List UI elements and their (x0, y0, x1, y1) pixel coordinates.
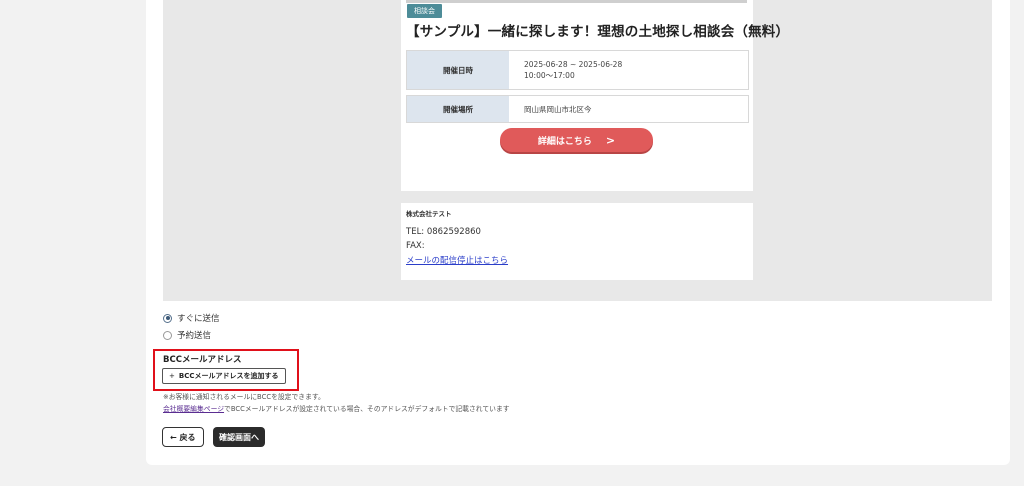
radio-unselected-icon[interactable] (163, 330, 172, 340)
add-bcc-button-label: BCCメールアドレスを追加する (178, 372, 279, 380)
details-button-label: 詳細はこちら (537, 136, 592, 147)
event-date-row: 開催日時 2025-06-28 ~ 2025-06-28 10:00〜17:00 (406, 50, 749, 90)
bcc-label: BCCメールアドレス (163, 355, 242, 365)
event-place-text: 岡山県岡山市北区今 (524, 104, 592, 114)
event-place-value: 岡山県岡山市北区今 (509, 96, 748, 122)
event-category-tag: 相談会 (407, 4, 442, 18)
plus-icon: + (169, 372, 175, 380)
company-tel: TEL: 0862592860 (406, 227, 481, 237)
bcc-default-note-text: でBCCメールアドレスが設定されている場合、そのアドレスがデフォルトで記載されて… (224, 405, 510, 413)
confirm-button[interactable]: 確認画面へ (213, 427, 265, 447)
add-bcc-button[interactable]: + BCCメールアドレスを追加する (162, 368, 286, 384)
event-place-row: 開催場所 岡山県岡山市北区今 (406, 95, 749, 123)
send-immediately-option[interactable]: すぐに送信 (163, 312, 220, 324)
send-scheduled-label: 予約送信 (177, 331, 212, 341)
event-place-label: 開催場所 (407, 96, 509, 122)
company-fax: FAX: (406, 241, 425, 251)
hero-image-edge (406, 0, 747, 3)
company-name: 株式会社テスト (406, 210, 452, 218)
radio-selected-icon[interactable] (163, 313, 172, 323)
event-date-range: 2025-06-28 ~ 2025-06-28 (524, 60, 623, 69)
unsubscribe-link[interactable]: メールの配信停止はこちら (406, 254, 508, 266)
event-date-label: 開催日時 (407, 51, 509, 89)
email-footer (401, 203, 753, 280)
back-button[interactable]: ← 戻る (162, 427, 204, 447)
event-date-value: 2025-06-28 ~ 2025-06-28 10:00〜17:00 (509, 51, 748, 89)
details-button[interactable]: 詳細はこちら > (500, 128, 653, 152)
event-title: 【サンプル】一緒に探します！理想の土地探し相談会（無料） (406, 24, 790, 40)
send-scheduled-option[interactable]: 予約送信 (163, 329, 211, 341)
bcc-note: ※お客様に通知されるメールにBCCを設定できます。 (163, 393, 325, 401)
bcc-default-note: 会社概要編集ページでBCCメールアドレスが設定されている場合、そのアドレスがデフ… (163, 403, 510, 413)
company-profile-link[interactable]: 会社概要編集ページ (163, 405, 224, 413)
event-time-range: 10:00〜17:00 (524, 71, 575, 80)
chevron-right-icon: > (605, 133, 616, 147)
send-immediately-label: すぐに送信 (177, 314, 220, 324)
